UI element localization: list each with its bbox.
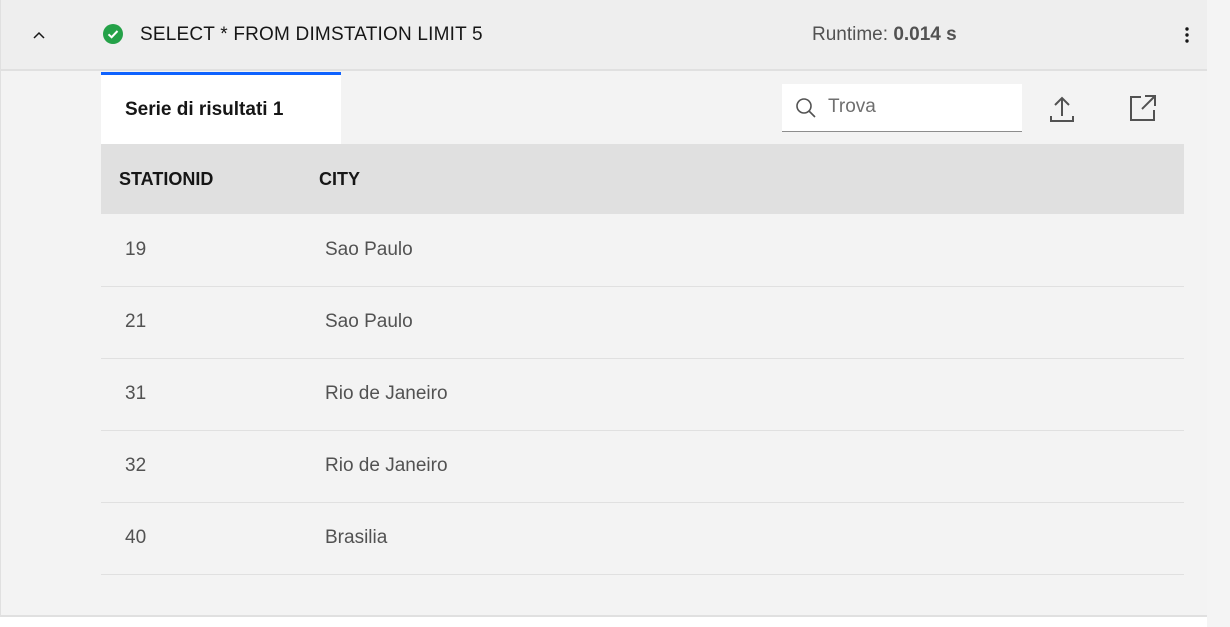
search-input[interactable]	[828, 92, 1008, 122]
table-row: 19 Sao Paulo	[101, 214, 1184, 287]
overflow-menu-icon[interactable]	[1177, 24, 1197, 46]
cell-city: Rio de Janeiro	[301, 430, 1184, 503]
table-row: 40 Brasilia	[101, 502, 1184, 575]
column-header-city[interactable]: CITY	[301, 144, 1184, 214]
cell-city: Brasilia	[301, 502, 1184, 575]
column-header-stationid[interactable]: STATIONID	[101, 144, 301, 214]
cell-stationid: 21	[101, 286, 301, 359]
cell-city: Rio de Janeiro	[301, 358, 1184, 431]
query-result-panel: SELECT * FROM DIMSTATION LIMIT 5 Runtime…	[0, 0, 1207, 617]
right-margin	[1207, 0, 1230, 627]
table-row: 31 Rio de Janeiro	[101, 358, 1184, 431]
tab-result-set-1[interactable]: Serie di risultati 1	[101, 72, 341, 144]
search-field	[782, 84, 1022, 132]
runtime-label: Runtime:	[812, 24, 889, 45]
chevron-up-icon[interactable]	[31, 27, 47, 43]
table-row: 32 Rio de Janeiro	[101, 430, 1184, 503]
cell-city: Sao Paulo	[301, 286, 1184, 359]
open-in-new-window-icon[interactable]	[1127, 92, 1159, 124]
cell-stationid: 31	[101, 358, 301, 431]
cell-city: Sao Paulo	[301, 214, 1184, 287]
results-table: STATIONID CITY 19 Sao Paulo 21 Sao Paulo 3…	[101, 144, 1184, 575]
export-upload-icon[interactable]	[1046, 92, 1078, 124]
search-icon	[796, 98, 816, 118]
table-row: 21 Sao Paulo	[101, 286, 1184, 359]
table-header-row: STATIONID CITY	[101, 144, 1184, 214]
query-header: SELECT * FROM DIMSTATION LIMIT 5 Runtime…	[1, 0, 1207, 71]
runtime-value: 0.014 s	[893, 24, 957, 45]
runtime: Runtime: 0.014 s	[812, 24, 957, 46]
cell-stationid: 19	[101, 214, 301, 287]
cell-stationid: 40	[101, 502, 301, 575]
success-check-icon	[103, 24, 123, 44]
cell-stationid: 32	[101, 430, 301, 503]
query-text: SELECT * FROM DIMSTATION LIMIT 5	[140, 24, 483, 45]
